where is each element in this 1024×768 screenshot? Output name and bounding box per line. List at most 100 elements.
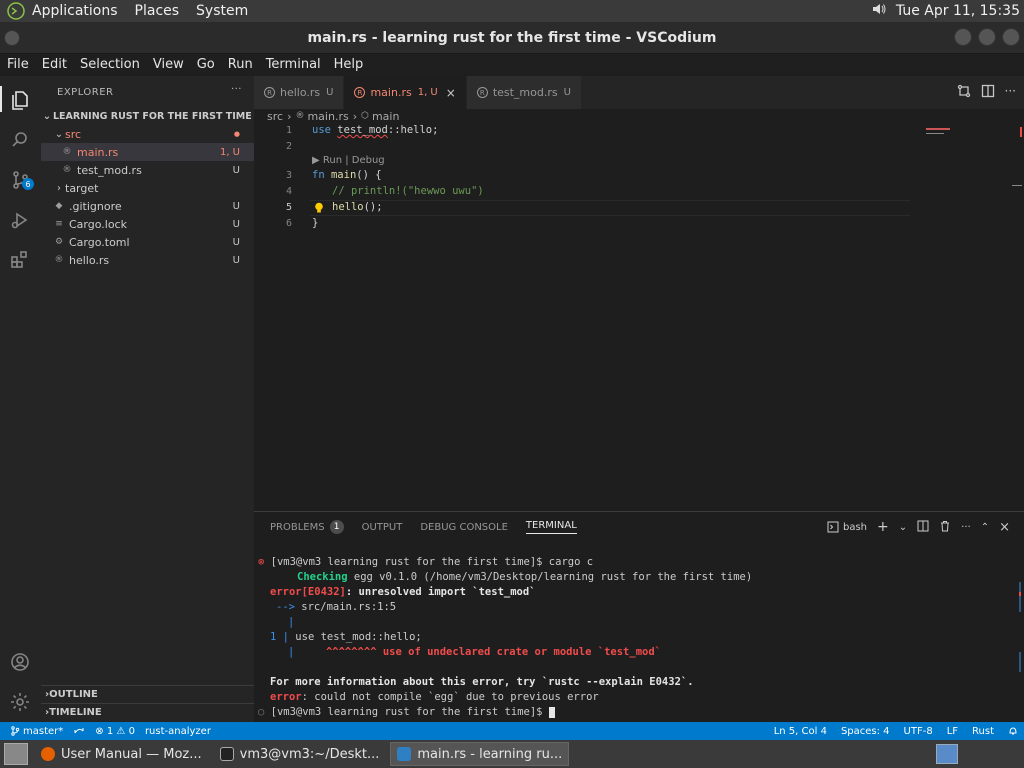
- bottom-panel: PROBLEMS 1 OUTPUT DEBUG CONSOLE TERMINAL …: [254, 511, 1024, 722]
- split-terminal-icon[interactable]: [917, 520, 929, 535]
- tree-item-status: 1, U: [219, 146, 240, 158]
- explorer-icon[interactable]: [8, 88, 32, 112]
- run-debug-codelens[interactable]: ▶ Run | Debug: [312, 155, 385, 166]
- breadcrumb-symbol[interactable]: main: [372, 110, 399, 123]
- minimap[interactable]: [926, 123, 1022, 511]
- terminal-line: | ^^^^^^^^ use of undeclared crate or mo…: [288, 646, 661, 658]
- workspace-switcher[interactable]: [936, 744, 958, 764]
- tree-item-status: U: [232, 218, 240, 230]
- tab-main-rs[interactable]: R main.rs 1, U ×: [344, 76, 467, 109]
- tree-item-test-mod-rs[interactable]: ® test_mod.rs U: [41, 161, 254, 179]
- maximize-button[interactable]: [978, 28, 996, 46]
- menu-go[interactable]: Go: [197, 57, 215, 72]
- breadcrumb-file[interactable]: main.rs: [307, 110, 348, 123]
- tree-item-cargo-toml[interactable]: ⚙ Cargo.toml U: [41, 233, 254, 251]
- tree-item-cargo-lock[interactable]: ≡ Cargo.lock U: [41, 215, 254, 233]
- tree-item-target[interactable]: › target: [41, 179, 254, 197]
- cursor-position[interactable]: Ln 5, Col 4: [774, 726, 827, 737]
- terminal-line: Checking egg v0.1.0 (/home/vm3/Desktop/l…: [297, 571, 753, 583]
- tab-test-mod-rs[interactable]: R test_mod.rs U: [466, 76, 582, 109]
- timeline-section[interactable]: › TIMELINE: [41, 703, 254, 721]
- window-titlebar[interactable]: main.rs - learning rust for the first ti…: [0, 22, 1024, 54]
- tree-item-src[interactable]: ⌄ src ●: [41, 125, 254, 143]
- terminal-line: 1 | use test_mod::hello;: [270, 631, 422, 643]
- tab-debug-console[interactable]: DEBUG CONSOLE: [420, 522, 508, 533]
- language-mode[interactable]: Rust: [972, 726, 994, 737]
- menu-edit[interactable]: Edit: [42, 57, 67, 72]
- menu-selection[interactable]: Selection: [80, 57, 140, 72]
- notifications-bell-icon[interactable]: [1008, 726, 1018, 736]
- close-tab-icon[interactable]: ×: [446, 86, 456, 100]
- indentation[interactable]: Spaces: 4: [841, 726, 890, 737]
- error-squiggle: test_mod: [337, 124, 388, 136]
- sync-icon[interactable]: [73, 726, 85, 736]
- more-actions-icon[interactable]: ···: [1005, 84, 1016, 101]
- task-terminal[interactable]: vm3@vm3:~/Deskt...: [213, 742, 387, 766]
- extensions-icon[interactable]: [8, 248, 32, 272]
- tab-terminal[interactable]: TERMINAL: [525, 520, 577, 534]
- tab-hello-rs[interactable]: R hello.rs U: [254, 76, 345, 109]
- git-branch-status[interactable]: master*: [10, 726, 63, 737]
- distro-logo-icon[interactable]: [6, 1, 26, 21]
- line-number: 5: [285, 202, 292, 213]
- task-vscodium[interactable]: main.rs - learning ru...: [390, 742, 570, 766]
- tree-item-gitignore[interactable]: ◆ .gitignore U: [41, 197, 254, 215]
- applications-menu[interactable]: Applications: [32, 3, 118, 19]
- new-terminal-icon[interactable]: +: [877, 519, 889, 535]
- end-of-line[interactable]: LF: [947, 726, 958, 737]
- menu-view[interactable]: View: [153, 57, 184, 72]
- outline-section[interactable]: › OUTLINE: [41, 685, 254, 703]
- active-indicator: [0, 86, 2, 112]
- window-menu-button[interactable]: [4, 30, 20, 46]
- breadcrumb-separator: ›: [287, 109, 292, 123]
- places-menu[interactable]: Places: [135, 3, 180, 19]
- tab-label: hello.rs: [280, 86, 321, 99]
- more-actions-icon[interactable]: ···: [961, 522, 971, 533]
- terminal-scrollbar[interactable]: [1016, 572, 1024, 692]
- maximize-panel-icon[interactable]: ⌃: [981, 522, 989, 533]
- minimize-button[interactable]: [954, 28, 972, 46]
- terminal-icon: [219, 747, 234, 761]
- system-menu[interactable]: System: [196, 3, 248, 19]
- git-file-icon: ◆: [55, 201, 63, 211]
- show-desktop-button[interactable]: [4, 743, 28, 765]
- tree-item-status: ●: [233, 130, 240, 138]
- terminal-shell-selector[interactable]: bash: [827, 521, 867, 533]
- search-icon[interactable]: [8, 128, 32, 152]
- lightbulb-icon[interactable]: [314, 202, 324, 214]
- settings-gear-icon[interactable]: [8, 690, 32, 714]
- activity-bar: 6: [0, 76, 41, 722]
- tab-output[interactable]: OUTPUT: [362, 522, 403, 533]
- terminal-line: ⊗ [vm3@vm3 learning rust for the first t…: [258, 556, 594, 568]
- project-folder-header[interactable]: ⌄ LEARNING RUST FOR THE FIRST TIME: [41, 107, 254, 125]
- close-window-button[interactable]: [1002, 28, 1020, 46]
- run-debug-icon[interactable]: [8, 208, 32, 232]
- menu-file[interactable]: File: [7, 57, 29, 72]
- trash-icon[interactable]: [939, 520, 951, 535]
- task-firefox[interactable]: User Manual — Moz...: [34, 742, 209, 766]
- open-changes-icon[interactable]: [957, 84, 971, 101]
- menu-help[interactable]: Help: [334, 57, 364, 72]
- code-editor[interactable]: 1 2 3 4 5 6 use test_mod::hello; ▶ Run |…: [254, 123, 1024, 511]
- encoding[interactable]: UTF-8: [904, 726, 933, 737]
- menu-run[interactable]: Run: [228, 57, 253, 72]
- volume-icon[interactable]: [870, 0, 888, 22]
- clock[interactable]: Tue Apr 11, 15:35: [896, 3, 1020, 19]
- split-editor-icon[interactable]: [981, 84, 995, 101]
- line-number: 1: [285, 125, 292, 136]
- rust-analyzer-status[interactable]: rust-analyzer: [145, 726, 211, 737]
- function-symbol-icon: ⬡: [361, 111, 369, 121]
- explorer-more-button[interactable]: ···: [231, 84, 242, 95]
- chevron-down-icon[interactable]: ⌄: [899, 522, 907, 533]
- line-number: 4: [285, 186, 292, 197]
- terminal-line: error[E0432]: unresolved import `test_mo…: [270, 586, 536, 598]
- tree-item-status: U: [232, 200, 240, 212]
- breadcrumb-folder[interactable]: src: [267, 110, 283, 123]
- menu-terminal[interactable]: Terminal: [266, 57, 321, 72]
- tree-item-hello-rs[interactable]: ® hello.rs U: [41, 251, 254, 269]
- tree-item-main-rs[interactable]: ® main.rs 1, U: [41, 143, 254, 161]
- tab-problems[interactable]: PROBLEMS 1: [270, 520, 344, 534]
- account-icon[interactable]: [8, 650, 32, 674]
- close-panel-icon[interactable]: ×: [999, 520, 1010, 535]
- problems-status[interactable]: ⊗ 1 ⚠ 0: [95, 726, 135, 737]
